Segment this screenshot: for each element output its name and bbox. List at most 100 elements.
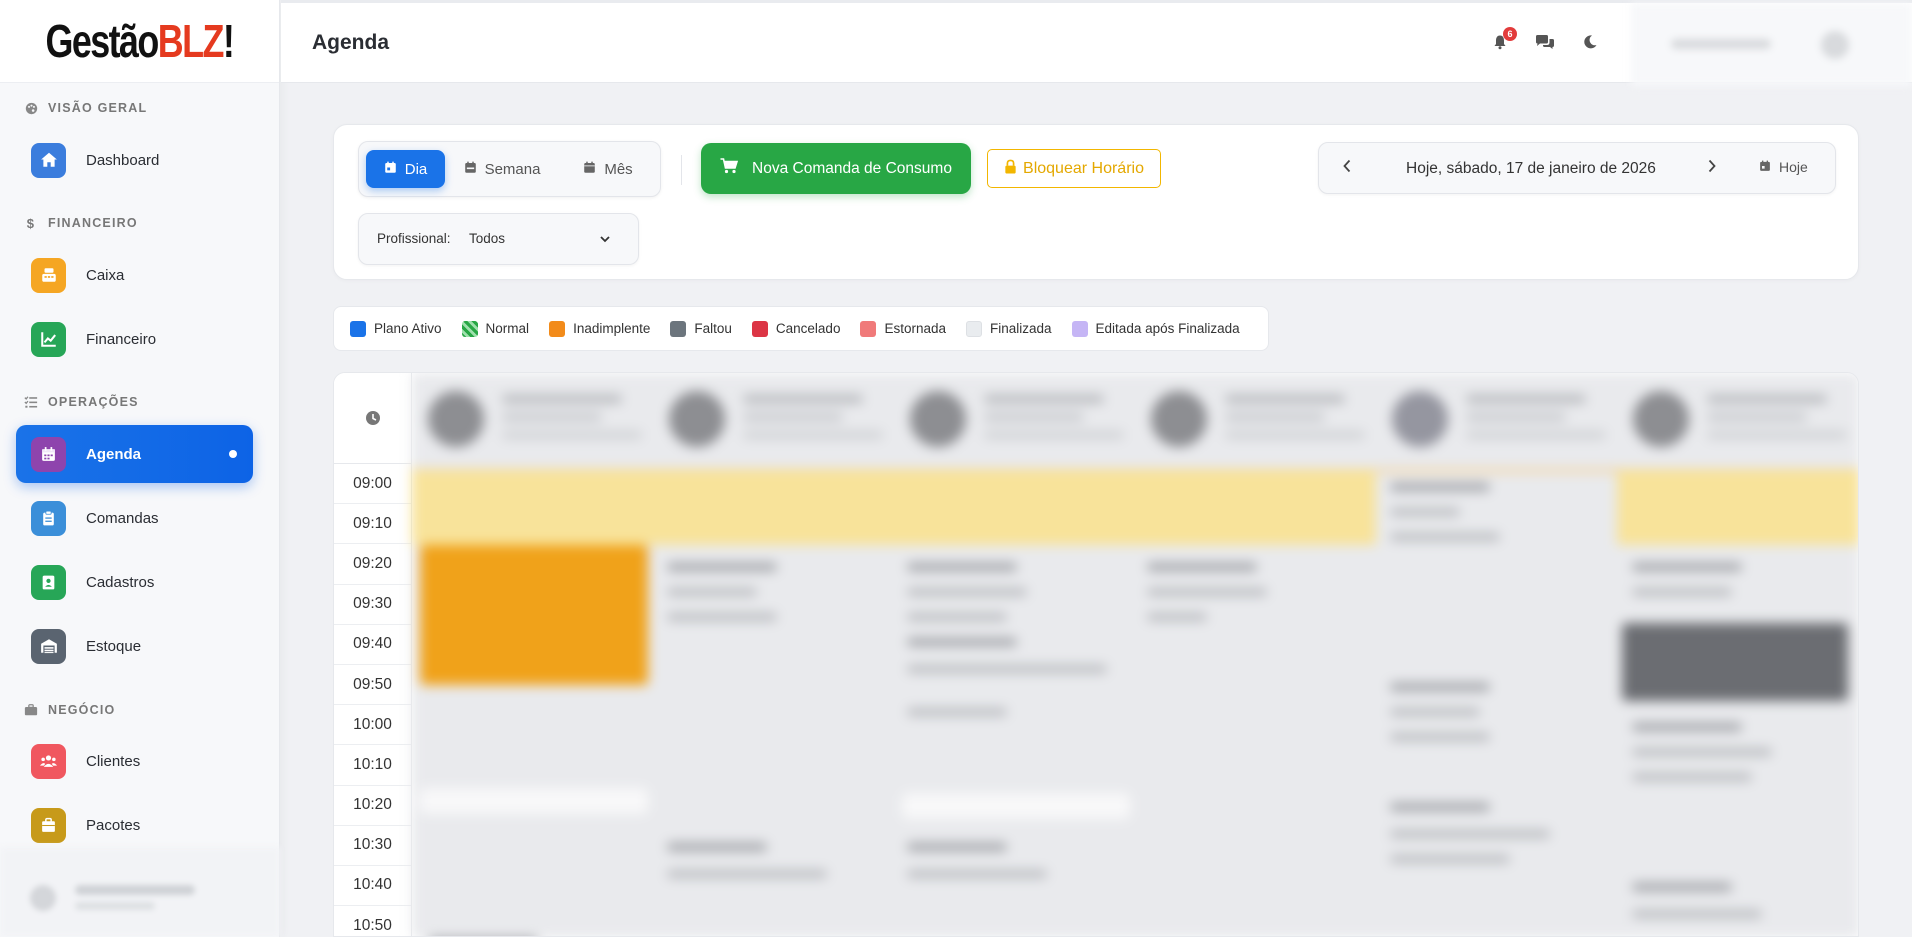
section-label: NEGÓCIO: [48, 703, 116, 717]
section-visao-geral: VISÃO GERAL: [0, 96, 147, 120]
palette-icon: [24, 101, 38, 115]
blocked-time-slot[interactable]: [1617, 470, 1858, 545]
home-icon: [31, 142, 66, 178]
new-consumption-order-button[interactable]: Nova Comanda de Consumo: [701, 143, 971, 194]
lock-icon: [1004, 159, 1017, 179]
active-indicator-dot: [229, 450, 237, 458]
view-month-button[interactable]: Mês: [565, 150, 651, 188]
notifications-button[interactable]: 6: [1489, 27, 1517, 55]
professional-column-header[interactable]: [894, 373, 1135, 464]
time-slot: 10:00: [334, 705, 411, 746]
time-slot: 10:40: [334, 866, 411, 907]
next-day-button[interactable]: [1702, 158, 1722, 178]
warehouse-icon: [31, 628, 66, 664]
schedule-grid[interactable]: [412, 373, 1858, 936]
sidebar-item-label: Estoque: [86, 637, 142, 655]
legend-item: Normal: [461, 320, 529, 337]
legend-item: Editada após Finalizada: [1071, 320, 1240, 337]
legend-swatch: [461, 320, 478, 337]
clock-icon: [334, 373, 411, 464]
professional-column-header[interactable]: [653, 373, 894, 464]
sidebar-item-clientes[interactable]: Clientes: [16, 732, 253, 790]
cart-icon: [720, 158, 739, 179]
address-book-icon: [31, 564, 66, 600]
sidebar-item-caixa[interactable]: Caixa: [16, 246, 253, 304]
new-order-label: Nova Comanda de Consumo: [752, 159, 952, 177]
professional-column-header[interactable]: [1617, 373, 1858, 464]
calendar-month-icon: [583, 161, 596, 178]
avatar: [30, 885, 56, 911]
sidebar-item-label: Pacotes: [86, 816, 141, 834]
view-switcher: Dia Semana Mês: [358, 141, 661, 197]
logo-text-part1: Gestão: [45, 15, 160, 67]
professional-column-header[interactable]: [1135, 373, 1376, 464]
sidebar-item-dashboard[interactable]: Dashboard: [16, 131, 253, 189]
user-profile-footer[interactable]: [0, 847, 280, 937]
chart-line-icon: [31, 321, 66, 357]
legend-item: Cancelado: [751, 320, 840, 337]
sidebar-item-financeiro[interactable]: Financeiro: [16, 310, 253, 368]
legend-label: Finalizada: [990, 321, 1052, 336]
avatar: [910, 391, 966, 447]
professional-column-header[interactable]: [1376, 373, 1617, 464]
sidebar-item-comandas[interactable]: Comandas: [16, 489, 253, 547]
toolbar-divider: [681, 155, 682, 185]
professional-column-header[interactable]: [412, 373, 653, 464]
page-title: Agenda: [312, 31, 390, 54]
view-week-label: Semana: [484, 160, 541, 178]
current-date-label: Hoje, sábado, 17 de janeiro de 2026: [1406, 160, 1656, 177]
time-slot: 09:00: [334, 464, 411, 505]
legend-swatch: [966, 320, 982, 337]
box-icon: [31, 807, 66, 843]
legend-item: Inadimplente: [549, 320, 650, 337]
logo-text-part2: BLZ: [157, 15, 225, 67]
legend-item: Estornada: [860, 320, 946, 337]
messages-button[interactable]: [1534, 33, 1556, 55]
previous-day-button[interactable]: [1337, 158, 1357, 178]
calendar-icon: [31, 436, 66, 472]
sidebar: GestãoBLZ! VISÃO GERAL Dashboard $ FINAN…: [0, 0, 280, 937]
dark-mode-toggle[interactable]: [1579, 33, 1601, 55]
sidebar-item-label: Clientes: [86, 752, 141, 770]
logo[interactable]: GestãoBLZ!: [0, 0, 279, 83]
sidebar-item-label: Financeiro: [86, 330, 157, 348]
legend-swatch: [549, 320, 566, 337]
legend-item: Finalizada: [966, 320, 1052, 337]
chevron-down-icon: [598, 232, 612, 246]
today-button[interactable]: Hoje: [1759, 159, 1808, 175]
section-operacoes: OPERAÇÕES: [0, 390, 139, 414]
professional-select[interactable]: Profissional: Todos: [358, 213, 639, 265]
sidebar-item-label: Comandas: [86, 509, 159, 527]
chevron-right-icon: [1707, 159, 1717, 178]
sidebar-item-estoque[interactable]: Estoque: [16, 617, 253, 675]
clipboard-icon: [31, 500, 66, 536]
sidebar-item-pacotes[interactable]: Pacotes: [16, 796, 253, 854]
time-slot: 10:10: [334, 745, 411, 786]
chevron-left-icon: [1342, 159, 1352, 178]
view-month-label: Mês: [604, 160, 633, 178]
time-slot: 10:20: [334, 786, 411, 826]
dollar-icon: $: [26, 215, 36, 231]
cash-register-icon: [31, 257, 66, 293]
sidebar-item-agenda[interactable]: Agenda: [16, 425, 253, 483]
sidebar-item-label: Dashboard: [86, 151, 160, 169]
avatar: [669, 391, 725, 447]
view-day-button[interactable]: Dia: [366, 150, 445, 188]
legend-label: Plano Ativo: [374, 321, 442, 336]
sidebar-item-label: Cadastros: [86, 573, 155, 591]
appointment-block[interactable]: [1622, 623, 1848, 701]
sidebar-item-cadastros[interactable]: Cadastros: [16, 553, 253, 611]
legend-swatch: [350, 320, 366, 337]
day-calendar: 09:00 09:10 09:20 09:30 09:40 09:50 10:0…: [333, 372, 1859, 937]
appointment-block[interactable]: [420, 545, 648, 685]
legend-swatch: [1071, 320, 1088, 337]
legend-swatch: [751, 320, 768, 337]
view-week-button[interactable]: Semana: [451, 150, 553, 188]
date-navigator: Hoje, sábado, 17 de janeiro de 2026 Hoje: [1318, 142, 1836, 194]
section-label: VISÃO GERAL: [48, 101, 148, 115]
block-time-button[interactable]: Bloquear Horário: [987, 149, 1161, 188]
user-menu[interactable]: [1631, 3, 1912, 86]
blocked-time-slot[interactable]: [412, 470, 1376, 545]
avatar: [1821, 31, 1849, 59]
sidebar-item-label: Caixa: [86, 266, 125, 284]
